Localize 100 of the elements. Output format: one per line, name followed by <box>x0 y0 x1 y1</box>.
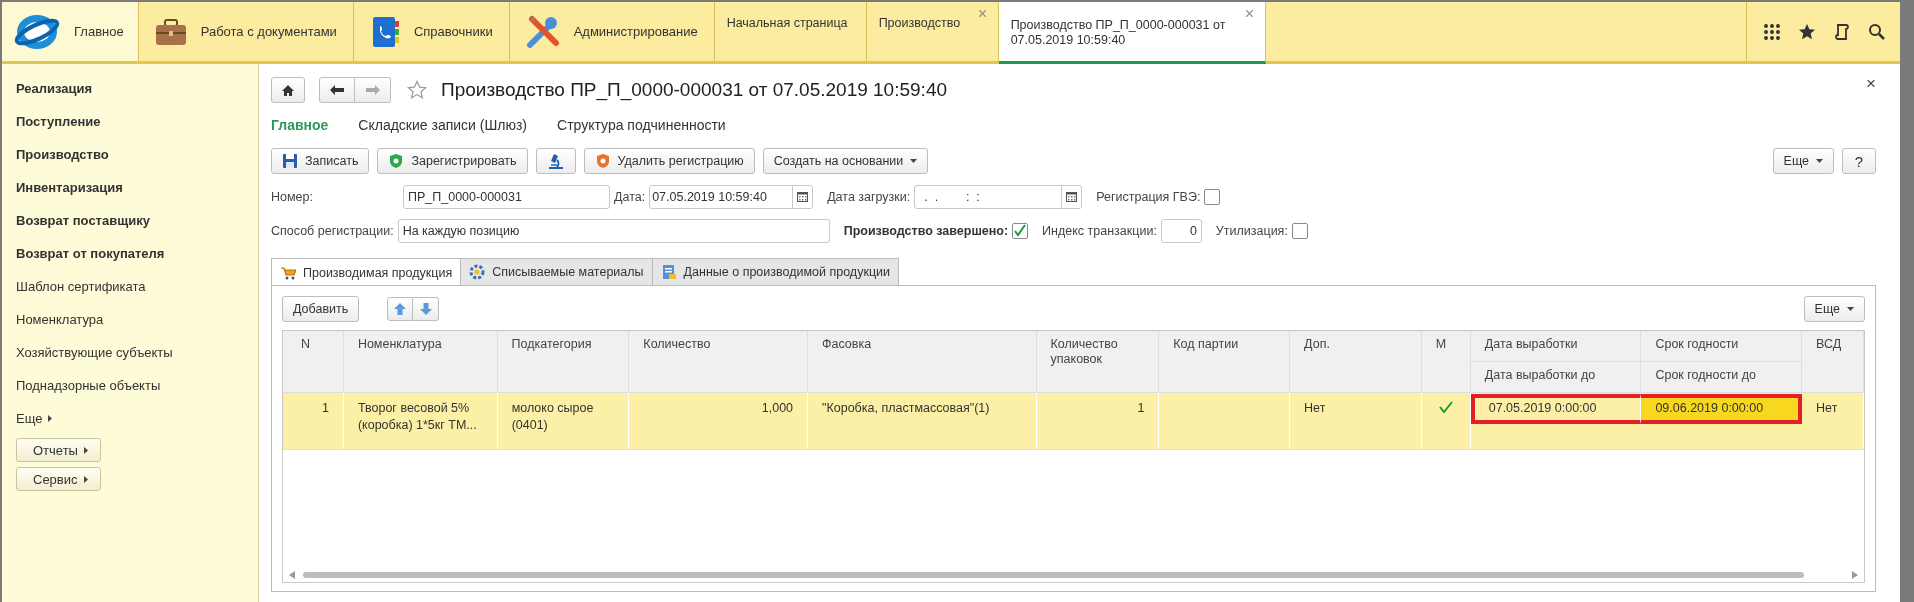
table-cell: 09.06.2019 0:00:00 <box>1641 394 1803 424</box>
section-tab[interactable]: Главное <box>2 2 139 61</box>
registration-method-field[interactable]: На каждую позицию <box>397 219 830 243</box>
apps-grid-icon[interactable] <box>1763 22 1781 41</box>
field-label: Регистрация ГВЭ: <box>1096 190 1201 204</box>
field-label: Способ регистрации: <box>271 224 394 238</box>
column-header[interactable]: Доп. <box>1290 331 1421 392</box>
more-button[interactable]: Еще <box>1772 148 1834 174</box>
scroll-right-icon <box>1852 571 1858 579</box>
section-link[interactable]: Структура подчиненности <box>557 117 726 133</box>
calendar-icon <box>1066 192 1078 202</box>
search-icon[interactable] <box>1868 22 1886 41</box>
more-button[interactable]: Еще <box>1803 296 1865 322</box>
column-header[interactable]: Количество <box>629 331 807 392</box>
down-arrow-icon <box>419 303 432 315</box>
column-header[interactable]: Подкатегория <box>497 331 629 392</box>
date-field[interactable]: . . : : <box>914 185 1083 209</box>
command-button[interactable]: Зарегистрировать <box>377 148 528 174</box>
column-header[interactable]: М <box>1421 331 1470 392</box>
column-header[interactable]: Срок годности <box>1641 331 1802 361</box>
move-up-button[interactable] <box>387 297 414 321</box>
sidebar-item[interactable]: Шаблон сертификата <box>16 270 258 303</box>
command-button[interactable]: Удалить регистрацию <box>583 148 755 174</box>
section-tab[interactable]: Работа с документами <box>138 2 354 61</box>
scroll-icon[interactable] <box>1833 22 1851 41</box>
sidebar-item[interactable]: Поступление <box>16 105 258 138</box>
table-cell: 1 <box>1036 393 1160 449</box>
column-header[interactable]: Номенклатура <box>343 331 497 392</box>
icon-button[interactable] <box>535 148 576 174</box>
close-button[interactable]: × <box>1866 74 1876 94</box>
window-tab[interactable]: Начальная страница <box>714 2 867 61</box>
table-cell: 1,000 <box>629 393 809 449</box>
field-label: Индекс транзакции: <box>1042 224 1157 238</box>
column-header[interactable]: Фасовка <box>808 331 1036 392</box>
column-header[interactable]: Количество упаковок <box>1036 331 1159 392</box>
calendar-icon <box>797 192 809 202</box>
calendar-button[interactable] <box>792 186 813 208</box>
home-button[interactable] <box>271 77 305 103</box>
table-cell: 07.05.2019 0:00:00 <box>1470 394 1642 424</box>
tab[interactable]: Списываемые материалы <box>460 258 653 285</box>
column-header[interactable]: N <box>283 331 343 392</box>
table-cell: 1 <box>283 393 344 449</box>
number-field[interactable]: ПР_П_0000-000031 <box>403 185 610 209</box>
menu-button[interactable]: Сервис <box>16 467 101 491</box>
triangle-icon <box>48 415 53 422</box>
form-title: Производство ПР_П_0000-000031 от 07.05.2019 10:59:40 <box>441 79 947 101</box>
date-input[interactable]: . . : : <box>915 186 1062 208</box>
checkbox[interactable] <box>1012 223 1029 239</box>
sidebar-item[interactable]: Инвентаризация <box>16 171 258 204</box>
right-arrow-icon <box>365 85 380 95</box>
field-label: Номер: <box>271 190 314 204</box>
help-button[interactable]: ? <box>1842 148 1876 174</box>
sidebar-item[interactable]: Реализация <box>16 72 258 105</box>
sidebar-item[interactable]: Возврат от покупателя <box>16 237 258 270</box>
cart-icon <box>280 265 296 280</box>
date-input[interactable]: 07.05.2019 10:59:40 <box>650 186 793 208</box>
window-tab[interactable]: Производство <box>866 2 999 61</box>
field-label: Дата: <box>614 190 646 204</box>
caret-icon <box>910 159 918 163</box>
command-button[interactable]: Записать <box>271 148 370 174</box>
date-field[interactable]: 07.05.2019 10:59:40 <box>649 185 814 209</box>
section-link[interactable]: Складские записи (Шлюз) <box>358 117 528 133</box>
tab[interactable]: Производимая продукция <box>271 258 462 286</box>
sidebar-item[interactable]: Поднадзорные объекты <box>16 369 258 402</box>
menu-button[interactable]: Создать на основании <box>762 148 929 174</box>
scrollbar-thumb[interactable] <box>303 572 1804 578</box>
scroll-left-icon <box>289 571 295 579</box>
checkbox[interactable] <box>1204 189 1221 205</box>
menu-button[interactable]: Отчеты <box>16 438 101 462</box>
section-link[interactable]: Главное <box>271 117 329 133</box>
column-header[interactable]: Дата выработки до <box>1470 361 1641 391</box>
transaction-index-field[interactable]: 0 <box>1160 219 1202 243</box>
close-icon[interactable] <box>1245 10 1253 17</box>
sidebar-item[interactable]: Возврат поставщику <box>16 204 258 237</box>
section-tab[interactable]: Администрирование <box>509 2 715 61</box>
left-arrow-icon <box>330 85 344 95</box>
sidebar-item[interactable]: Хозяйствующие субъекты <box>16 336 258 369</box>
star-icon[interactable] <box>1798 22 1816 41</box>
column-header[interactable]: Срок годности до <box>1641 361 1802 391</box>
tab[interactable]: Данные о производимой продукции <box>651 258 899 285</box>
calendar-button[interactable] <box>1061 186 1082 208</box>
column-header[interactable]: ВСД <box>1802 331 1863 392</box>
column-header[interactable]: Дата выработки <box>1470 331 1641 361</box>
sidebar-item[interactable]: Номенклатура <box>16 303 258 336</box>
back-button[interactable] <box>319 77 355 103</box>
checkbox[interactable] <box>1291 223 1308 239</box>
table-cell: молоко сырое (0401) <box>497 393 630 449</box>
star-icon[interactable] <box>407 80 427 100</box>
move-down-button[interactable] <box>413 297 440 321</box>
more-link[interactable]: Еще <box>16 402 258 435</box>
section-tab[interactable]: Справочники <box>353 2 510 61</box>
sidebar-item[interactable]: Производство <box>16 138 258 171</box>
close-icon[interactable] <box>978 10 986 17</box>
window-tab[interactable]: Производство ПР_П_0000-000031 от 07.05.2019 10:59:40 <box>998 2 1266 64</box>
column-header[interactable]: Код партии <box>1159 331 1290 392</box>
wrench-screwdriver-icon <box>525 14 560 49</box>
add-button[interactable]: Добавить <box>282 296 360 322</box>
triangle-icon <box>83 475 88 483</box>
home-icon <box>282 84 294 96</box>
triangle-icon <box>83 446 88 454</box>
